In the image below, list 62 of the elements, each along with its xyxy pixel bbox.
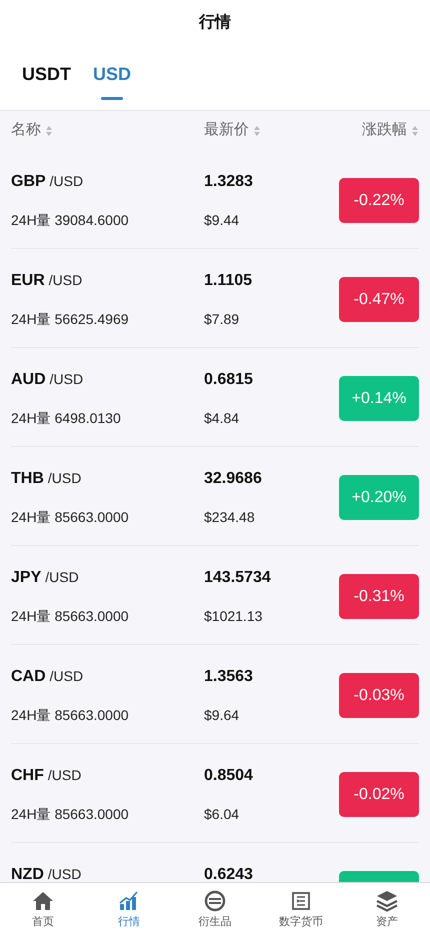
pair-base: JPY [11, 568, 42, 588]
pair-quote: /USD [48, 766, 82, 785]
volume-text: 24H量 85663.0000 [11, 607, 130, 626]
price-text: 1.1105 [204, 271, 254, 291]
market-tab[interactable]: USD [93, 45, 132, 111]
pair-quote: /USD [50, 667, 84, 686]
pair-quote: /USD [48, 469, 82, 488]
pair-quote: /USD [45, 568, 79, 587]
usd-price-text: $6.04 [204, 805, 240, 824]
usd-price-text: $9.44 [204, 211, 240, 230]
change-percent-label: -0.22% [354, 190, 404, 210]
market-tab[interactable]: USDT [22, 45, 71, 111]
volume-text: 24H量 56625.4969 [11, 310, 130, 329]
change-percent-label: -0.03% [354, 686, 404, 706]
volume-text: 24H量 85663.0000 [11, 508, 130, 527]
nav-tab[interactable]: 数字货币 [258, 883, 344, 932]
nav-tab[interactable]: 行情 [86, 883, 172, 932]
change-percent-label: +0.14% [352, 388, 406, 408]
volume-text: 24H量 39084.6000 [11, 211, 130, 230]
home-icon [31, 889, 55, 913]
change-percent-label: -0.47% [354, 290, 404, 310]
pair-base: CAD [11, 667, 46, 687]
usd-price-text: $9.64 [204, 706, 240, 725]
volume-text: 24H量 85663.0000 [11, 706, 130, 725]
nav-tab[interactable]: 首页 [0, 883, 86, 932]
price-text: 1.3563 [204, 667, 254, 687]
sort-icon [253, 124, 261, 136]
column-sort-header[interactable]: 名称 [11, 119, 53, 142]
pair-quote: /USD [48, 865, 82, 882]
price-text: 32.9686 [204, 469, 263, 489]
nav-tab[interactable]: 衍生品 [172, 883, 258, 932]
sort-icon [411, 124, 419, 136]
page-title: 行情 [199, 12, 231, 32]
pair-base: GBP [11, 172, 46, 192]
price-text: 0.8504 [204, 766, 254, 786]
price-text: 0.6243 [204, 865, 254, 882]
price-text: 0.6815 [204, 370, 254, 390]
usd-price-text: $4.84 [204, 409, 240, 428]
pair-base: THB [11, 469, 44, 489]
pair-base: AUD [11, 370, 46, 390]
layers-icon [375, 889, 399, 913]
price-text: 143.5734 [204, 568, 272, 588]
usd-price-text: $1021.13 [204, 607, 264, 626]
usd-price-text: $234.48 [204, 508, 256, 527]
column-sort-header[interactable]: 最新价 [204, 119, 261, 142]
pair-base: CHF [11, 766, 44, 786]
pair-base: NZD [11, 865, 44, 882]
price-text: 1.3283 [204, 172, 254, 192]
change-percent-label: -0.02% [354, 784, 404, 804]
pair-quote: /USD [50, 172, 84, 191]
pair-quote: /USD [48, 271, 82, 290]
nav-tab[interactable]: 资产 [344, 883, 430, 932]
usd-price-text: $7.89 [204, 310, 240, 329]
sort-icon [45, 124, 53, 136]
pair-quote: /USD [50, 370, 84, 389]
change-percent-label: +0.20% [352, 488, 406, 508]
volume-text: 24H量 85663.0000 [11, 805, 130, 824]
column-sort-header[interactable]: 涨跌幅 [362, 119, 419, 142]
document-icon [289, 889, 313, 913]
volume-text: 24H量 6498.0130 [11, 409, 122, 428]
pair-base: EUR [11, 271, 45, 291]
change-percent-label: -0.31% [354, 586, 404, 606]
